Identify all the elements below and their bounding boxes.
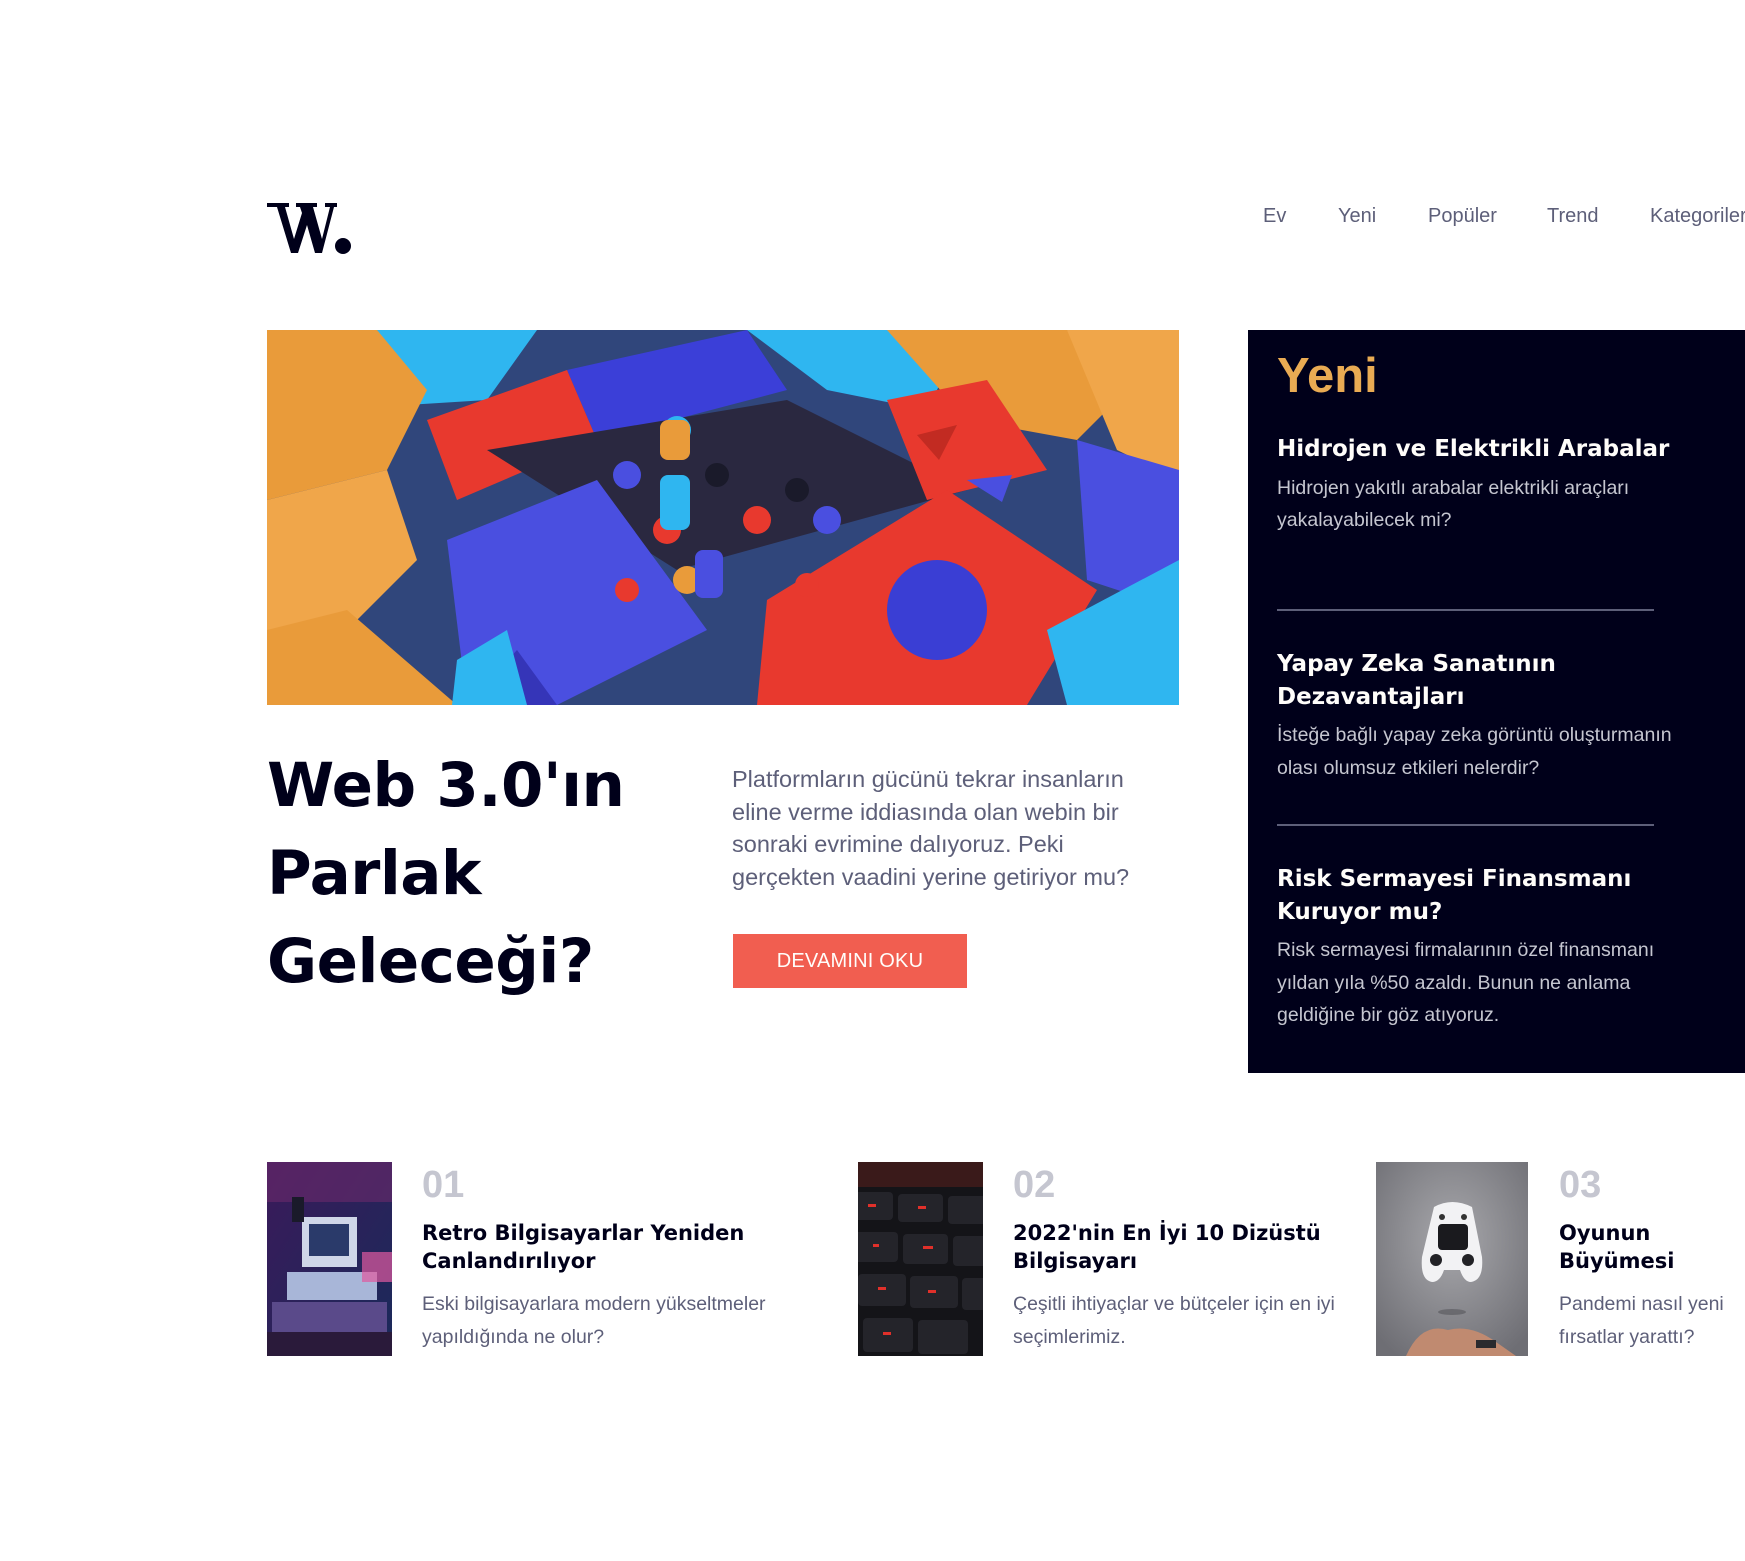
nav-link-new[interactable]: Yeni (1338, 205, 1376, 228)
article-title[interactable]: 2022'nin En İyi 10 Dizüstü Bilgisayarı (1013, 1220, 1343, 1275)
new-item-title[interactable]: Yapay Zeka Sanatının Dezavantajları (1277, 648, 1689, 713)
nav-link-trend[interactable]: Trend (1547, 205, 1599, 228)
article-title[interactable]: Retro Bilgisayarlar Yeniden Canlandırılı… (422, 1220, 782, 1275)
new-item: Yapay Zeka Sanatının Dezavantajları İste… (1277, 648, 1689, 784)
divider (1277, 609, 1654, 611)
article-card: 01 Retro Bilgisayarlar Yeniden Canlandır… (267, 1162, 797, 1356)
nav-link-home[interactable]: Ev (1263, 205, 1286, 228)
read-more-button[interactable]: DEVAMINI OKU (733, 934, 967, 988)
new-item: Risk Sermayesi Finansmanı Kuruyor mu? Ri… (1277, 863, 1689, 1032)
article-number: 03 (1559, 1164, 1602, 1206)
new-item-text: Risk sermayesi firmalarının özel finansm… (1277, 939, 1655, 1026)
new-item-text: Hidrojen yakıtlı arabalar elektrikli ara… (1277, 476, 1630, 532)
article-card: 03 Oyunun Büyümesi Pandemi nasıl yeni fı… (1376, 1162, 1745, 1356)
article-text: Çeşitli ihtiyaçlar ve bütçeler için en i… (1013, 1293, 1335, 1348)
article-card: 02 2022'nin En İyi 10 Dizüstü Bilgisayar… (858, 1162, 1358, 1356)
article-thumbnail-laptop-keyboard (858, 1162, 983, 1356)
article-thumbnail-retro-pc (267, 1162, 392, 1356)
hero-title-line-3: Geleceği? (267, 926, 594, 997)
hero-title-line-2: Parlak (267, 838, 481, 909)
new-panel: Yeni Hidrojen ve Elektrikli Arabalar Hid… (1248, 330, 1745, 1073)
new-item-title[interactable]: Risk Sermayesi Finansmanı Kuruyor mu? (1277, 863, 1689, 928)
new-item-text: İsteğe bağlı yapay zeka görüntü oluşturm… (1277, 724, 1672, 779)
article-thumbnail-game-controller (1376, 1162, 1528, 1356)
article-text: Pandemi nasıl yeni fırsatlar yarattı? (1559, 1293, 1724, 1348)
article-number: 02 (1013, 1164, 1056, 1206)
hero-image (267, 330, 1179, 705)
article-number: 01 (422, 1164, 465, 1206)
nav-link-categories[interactable]: Kategoriler (1650, 205, 1745, 228)
new-panel-heading: Yeni (1277, 349, 1378, 403)
hero-title-line-1: Web 3.0'ın (267, 750, 625, 821)
nav-link-popular[interactable]: Popüler (1428, 205, 1497, 228)
new-item: Hidrojen ve Elektrikli Arabalar Hidrojen… (1277, 433, 1689, 537)
article-text: Eski bilgisayarlara modern yükseltmeler … (422, 1293, 766, 1348)
article-title[interactable]: Oyunun Büyümesi (1559, 1220, 1739, 1275)
main-nav: Ev Yeni Popüler Trend Kategoriler (0, 205, 1745, 229)
divider (1277, 824, 1654, 826)
hero-title: Web 3.0'ın Parlak Geleceği? (267, 742, 687, 1006)
new-item-title[interactable]: Hidrojen ve Elektrikli Arabalar (1277, 433, 1689, 466)
hero-description: Platformların gücünü tekrar insanların e… (732, 766, 1130, 890)
